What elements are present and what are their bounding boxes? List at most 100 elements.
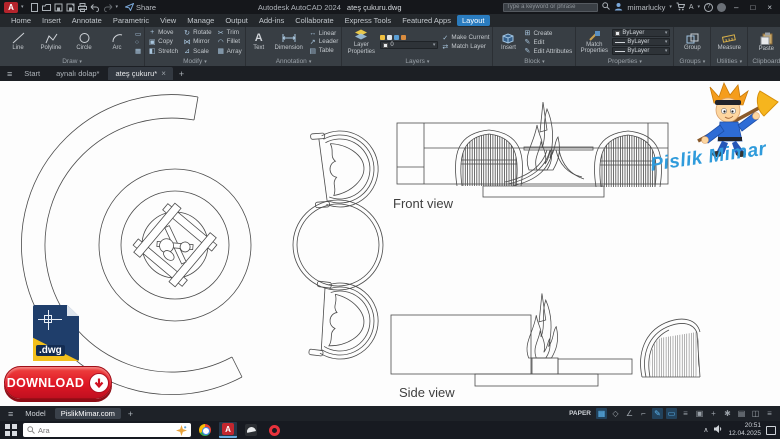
layout-menu-icon[interactable]: ≡ (5, 409, 16, 419)
tray-expand-icon[interactable]: ∧ (703, 426, 708, 434)
qat-dropdown-caret-icon[interactable]: ▾ (116, 4, 119, 10)
close-button[interactable]: × (763, 3, 776, 12)
property-dropdown[interactable]: ByLayer▾ (612, 38, 670, 46)
status-toggle[interactable]: ⌐ (638, 408, 649, 419)
ribbon-tool-button[interactable]: ✎Edit Attributes (523, 47, 572, 55)
ribbon-tool-button[interactable]: ▤Table (309, 47, 339, 55)
user-avatar-icon[interactable] (614, 2, 623, 13)
ribbon-tab[interactable]: Output (220, 15, 253, 26)
arc-tool-button[interactable]: Arc (102, 32, 132, 51)
file-tab[interactable]: Start (17, 67, 47, 80)
status-toggle[interactable]: ✎ (652, 408, 663, 419)
layer-properties-button[interactable]: Layer Properties (345, 29, 377, 55)
text-tool-button[interactable]: A Text (249, 33, 269, 51)
status-toggle[interactable]: ◫ (750, 408, 761, 419)
ribbon-tab[interactable]: Express Tools (340, 15, 397, 26)
group-button[interactable]: Group (677, 33, 707, 51)
status-toggle[interactable]: ◇ (610, 408, 621, 419)
ribbon-tool-button[interactable]: ⊞Create (523, 29, 572, 37)
property-dropdown[interactable]: ByLayer▾ (612, 29, 670, 37)
volume-icon[interactable] (713, 421, 723, 439)
file-tab-menu-icon[interactable]: ≡ (4, 69, 15, 79)
ribbon-tab[interactable]: Manage (182, 15, 219, 26)
help-icon[interactable]: ? (704, 3, 713, 12)
file-tab[interactable]: ateş çukuru*× (108, 67, 172, 80)
ribbon-tab[interactable]: Layout (457, 15, 490, 26)
taskbar-search[interactable] (23, 423, 191, 437)
autocad-app-menu-icon[interactable]: A (4, 2, 18, 13)
dimension-tool-button[interactable]: Dimension (272, 32, 306, 51)
status-toggle[interactable]: ∠ (624, 408, 635, 419)
paste-button[interactable]: Paste (751, 32, 780, 52)
circle-tool-button[interactable]: Circle (69, 32, 99, 51)
save-as-icon[interactable] (66, 3, 75, 12)
draw-panel-label[interactable]: Draw▾ (0, 57, 144, 66)
file-tab[interactable]: aynalı dolap* (49, 67, 106, 80)
download-button[interactable]: DOWNLOAD (4, 366, 112, 399)
help-search-input[interactable] (503, 3, 598, 12)
ribbon-tool-button[interactable]: ✓Make Current (441, 34, 489, 42)
close-tab-icon[interactable]: × (161, 69, 166, 78)
ribbon-tab[interactable]: Parametric (108, 15, 154, 26)
layer-color-icon[interactable] (401, 35, 406, 40)
layer-lock-icon[interactable] (394, 35, 399, 40)
status-toggle[interactable]: ≡ (764, 408, 775, 419)
app-menu-caret-icon[interactable]: ▾ (21, 4, 24, 10)
annotation-panel-label[interactable]: Annotation▾ (246, 57, 342, 66)
hatch-tool-icon[interactable]: ▦ (135, 47, 141, 55)
cart-icon[interactable] (676, 2, 685, 13)
account-caret-icon[interactable]: ▾ (698, 4, 701, 10)
autodesk-account-icon[interactable]: A (689, 4, 694, 11)
ribbon-tab[interactable]: Featured Apps (397, 15, 456, 26)
ribbon-tab[interactable]: Insert (37, 15, 66, 26)
ribbon-tool-button[interactable]: ⊿Scale (183, 47, 212, 56)
chrome-taskbar-icon[interactable] (196, 422, 214, 438)
new-drawing-icon[interactable]: + (175, 69, 188, 79)
utilities-panel-label[interactable]: Utilities▾ (711, 57, 747, 66)
status-toggle[interactable]: + (708, 408, 719, 419)
status-toggle[interactable]: ▦ (596, 408, 607, 419)
match-properties-button[interactable]: Match Properties (579, 30, 609, 55)
ribbon-tool-button[interactable]: ↔Linear (309, 30, 339, 37)
autocad-taskbar-icon[interactable]: A (219, 422, 237, 438)
ellipse-tool-icon[interactable]: ○ (135, 39, 141, 46)
username-label[interactable]: mimarlucky (627, 3, 665, 12)
rectangle-tool-icon[interactable]: ▭ (135, 30, 141, 38)
ribbon-tool-button[interactable]: ✎Edit (523, 38, 572, 46)
status-toggle[interactable]: ▤ (736, 408, 747, 419)
ribbon-tab[interactable]: Home (6, 15, 36, 26)
line-tool-button[interactable]: Line (3, 32, 33, 51)
print-icon[interactable] (78, 3, 87, 12)
ribbon-tool-button[interactable]: ◠Fillet (217, 37, 242, 46)
minimize-button[interactable]: – (730, 3, 742, 12)
system-clock[interactable]: 20:51 12.04.2025 (728, 422, 761, 438)
ribbon-tool-button[interactable]: ⋈Mirror (183, 37, 212, 46)
layer-freeze-icon[interactable] (387, 35, 392, 40)
layout-tab[interactable]: PislikMimar.com (55, 408, 121, 419)
share-button[interactable]: Share (125, 3, 156, 12)
ribbon-tab[interactable]: Annotate (67, 15, 107, 26)
ribbon-tool-button[interactable]: +Move (148, 28, 178, 37)
paper-space-label[interactable]: PAPER (569, 410, 591, 417)
ribbon-tool-button[interactable]: ◧Stretch (148, 47, 178, 56)
properties-panel-label[interactable]: Properties▾ (576, 57, 673, 66)
undo-icon[interactable] (90, 3, 100, 12)
open-folder-icon[interactable] (42, 3, 51, 12)
new-layout-icon[interactable]: + (124, 409, 137, 419)
opera-taskbar-icon[interactable] (265, 422, 283, 438)
ribbon-tool-button[interactable]: ↻Rotate (183, 28, 212, 37)
insert-block-button[interactable]: Insert (496, 32, 520, 51)
drawing-viewport[interactable]: Front view Side view Pislik Mimar .dwg D… (0, 81, 780, 406)
status-toggle[interactable]: ≡ (680, 408, 691, 419)
restore-button[interactable]: □ (746, 3, 759, 12)
block-panel-label[interactable]: Block▾ (493, 57, 575, 66)
taskbar-search-input[interactable] (38, 426, 173, 435)
ribbon-tab[interactable]: Collaborate (290, 15, 338, 26)
status-toggle[interactable]: ▣ (694, 408, 705, 419)
ribbon-tool-button[interactable]: ✂Trim (217, 28, 242, 37)
notification-icon[interactable] (766, 426, 776, 435)
status-toggle[interactable]: ▭ (666, 408, 677, 419)
model-tab[interactable]: Model (19, 408, 51, 419)
layer-on-icon[interactable] (380, 35, 385, 40)
modify-panel-label[interactable]: Modify▾ (145, 57, 245, 66)
